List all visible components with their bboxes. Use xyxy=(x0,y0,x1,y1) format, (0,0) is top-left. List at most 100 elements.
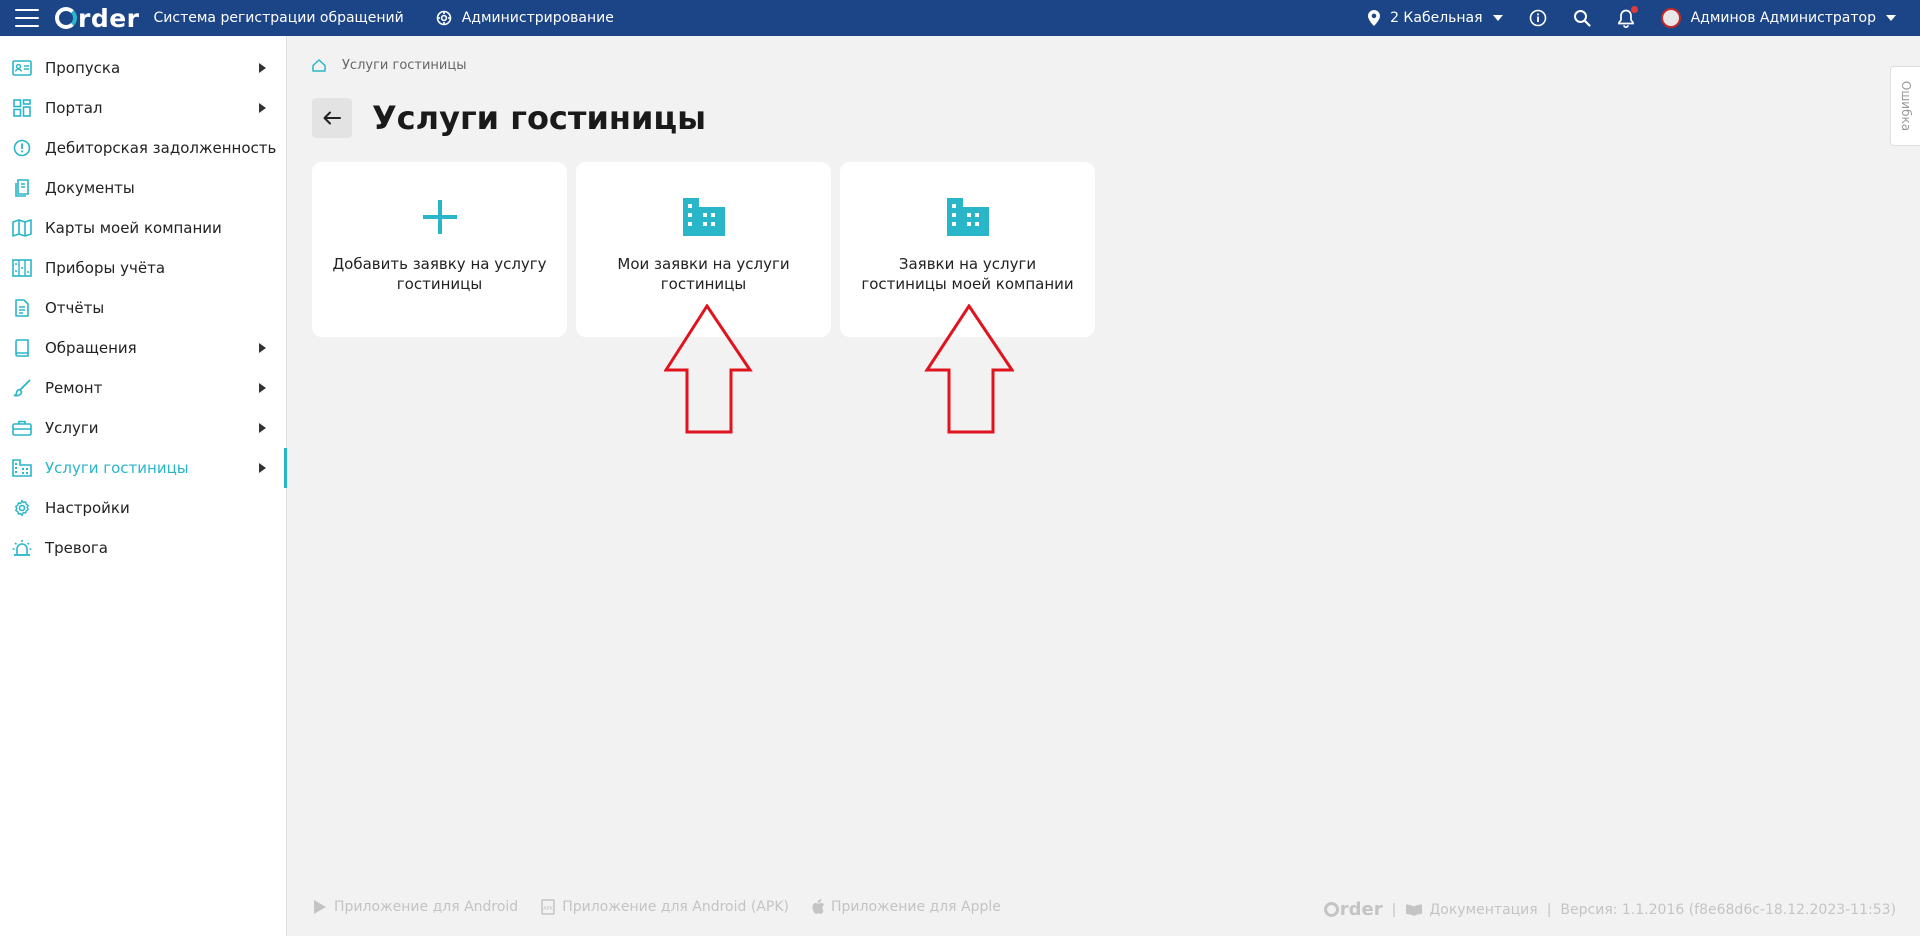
documentation-link[interactable]: Документация xyxy=(1405,902,1538,918)
sidebar-item-settings[interactable]: Настройки xyxy=(0,488,286,528)
card-label: Заявки на услуги гостиницы моей компании xyxy=(861,255,1074,293)
sidebar-item-meters[interactable]: Приборы учёта xyxy=(0,248,286,288)
submenu-arrow-icon xyxy=(259,423,266,433)
sidebar-item-label: Отчёты xyxy=(45,299,105,317)
sidebar-item-reports[interactable]: Отчёты xyxy=(0,288,286,328)
sidebar-item-label: Тревога xyxy=(45,539,109,557)
add-hotel-request-card[interactable]: Добавить заявку на услугу гостиницы xyxy=(312,162,567,337)
sidebar-item-alarm[interactable]: Тревога xyxy=(0,528,286,568)
breadcrumb-current: Услуги гостиницы xyxy=(342,58,467,73)
sidebar-item-repair[interactable]: Ремонт xyxy=(0,368,286,408)
error-tab-label: Ошибка xyxy=(1898,80,1913,132)
user-name: Админов Администратор xyxy=(1690,10,1876,26)
sidebar-item-documents[interactable]: Документы xyxy=(0,168,286,208)
notifications-bell-icon[interactable] xyxy=(1617,5,1638,28)
info-icon[interactable] xyxy=(1529,9,1547,27)
hotel-icon xyxy=(12,458,32,478)
app-download-links: Приложение для Android APK Приложение дл… xyxy=(312,899,1023,915)
logo-text: rder xyxy=(78,3,140,33)
report-icon xyxy=(12,298,32,318)
apk-icon: APK xyxy=(541,899,555,915)
alert-circle-icon xyxy=(12,138,32,158)
submenu-arrow-icon xyxy=(259,343,266,353)
avatar xyxy=(1660,8,1681,28)
footer-info: rder | Документация | Версия: 1.1.2016 (… xyxy=(1323,899,1896,920)
sidebar-item-label: Карты моей компании xyxy=(45,219,222,237)
sidebar-item-services[interactable]: Услуги xyxy=(0,408,286,448)
sidebar-item-passes[interactable]: Пропуска xyxy=(0,48,286,88)
footer-logo-text: rder xyxy=(1339,899,1383,920)
sidebar-item-label: Пропуска xyxy=(45,59,121,77)
apple-app-link[interactable]: Приложение для Apple xyxy=(811,899,1001,915)
sidebar-item-label: Приборы учёта xyxy=(45,259,166,277)
briefcase-icon xyxy=(12,418,32,438)
company-hotel-requests-card[interactable]: Заявки на услуги гостиницы моей компании xyxy=(840,162,1095,337)
app-logo[interactable]: rder xyxy=(55,4,140,33)
plus-icon xyxy=(420,196,460,238)
sidebar-item-portal[interactable]: Портал xyxy=(0,88,286,128)
chevron-down-icon xyxy=(1886,15,1896,21)
building-icon xyxy=(681,196,727,238)
arrow-left-icon xyxy=(323,111,341,125)
sidebar-item-label: Услуги xyxy=(45,419,99,437)
siren-icon xyxy=(12,538,32,558)
sidebar-item-hotel-services[interactable]: Услуги гостиницы xyxy=(0,448,287,488)
android-app-label: Приложение для Android xyxy=(334,899,519,915)
administration-link[interactable]: Администрирование xyxy=(436,10,614,26)
administration-label: Администрирование xyxy=(461,10,614,26)
user-menu[interactable]: Админов Администратор xyxy=(1660,8,1896,28)
documents-icon xyxy=(12,178,32,198)
submenu-arrow-icon xyxy=(259,63,266,73)
brush-icon xyxy=(12,378,32,398)
dashboard-icon xyxy=(12,98,32,118)
footer-separator: | xyxy=(1546,901,1552,918)
home-icon[interactable] xyxy=(312,59,326,72)
menu-toggle-icon[interactable] xyxy=(15,9,39,27)
sidebar-item-label: Документы xyxy=(45,179,135,197)
my-hotel-requests-card[interactable]: Мои заявки на услуги гостиницы xyxy=(576,162,831,337)
sidebar-item-company-maps[interactable]: Карты моей компании xyxy=(0,208,286,248)
footer-logo: rder xyxy=(1323,899,1383,920)
admin-gear-icon xyxy=(436,10,452,26)
footer-separator: | xyxy=(1391,901,1397,918)
sidebar-item-label: Портал xyxy=(45,99,103,117)
search-icon[interactable] xyxy=(1573,9,1591,27)
top-bar: rder Система регистрации обращений Админ… xyxy=(0,0,1920,36)
version-label: Версия: 1.1.2016 (f8e68d6c-18.12.2023-11… xyxy=(1560,901,1896,918)
location-selector[interactable]: 2 Кабельная xyxy=(1368,10,1503,26)
building-icon xyxy=(945,196,991,238)
sidebar-item-label: Услуги гостиницы xyxy=(45,459,189,477)
android-apk-label: Приложение для Android (APK) xyxy=(562,899,789,915)
book-icon xyxy=(12,338,32,358)
footer-logo-ring-icon xyxy=(1323,902,1339,917)
open-book-icon xyxy=(1406,904,1423,916)
location-label: 2 Кабельная xyxy=(1390,10,1483,26)
system-title: Система регистрации обращений xyxy=(153,10,404,26)
sidebar: Пропуска Портал Дебиторская задолженность Д… xyxy=(0,36,287,936)
google-play-icon xyxy=(314,900,326,914)
map-icon xyxy=(12,218,32,238)
sidebar-item-label: Настройки xyxy=(45,499,130,517)
sidebar-item-receivables[interactable]: Дебиторская задолженность xyxy=(0,128,286,168)
sidebar-item-label: Обращения xyxy=(45,339,137,357)
gear-icon xyxy=(12,498,32,518)
chevron-down-icon xyxy=(1492,15,1503,21)
page-title: Услуги гостиницы xyxy=(372,99,707,137)
sidebar-item-label: Дебиторская задолженность xyxy=(45,139,277,157)
sidebar-item-label: Ремонт xyxy=(45,379,103,397)
submenu-arrow-icon xyxy=(259,383,266,393)
meter-icon xyxy=(12,258,32,278)
logo-ring-icon xyxy=(55,7,77,29)
sidebar-item-requests[interactable]: Обращения xyxy=(0,328,286,368)
android-app-link[interactable]: Приложение для Android xyxy=(312,899,518,915)
error-report-tab[interactable]: Ошибка xyxy=(1890,66,1920,146)
apple-app-label: Приложение для Apple xyxy=(830,899,1001,915)
card-label: Добавить заявку на услугу гостиницы xyxy=(332,255,547,293)
notification-badge xyxy=(1630,5,1638,13)
apple-icon xyxy=(812,899,825,914)
breadcrumb: Услуги гостиницы xyxy=(312,58,467,73)
back-button[interactable] xyxy=(312,98,352,138)
card-label: Мои заявки на услуги гостиницы xyxy=(617,255,790,293)
submenu-arrow-icon xyxy=(259,463,266,473)
android-apk-link[interactable]: APK Приложение для Android (APK) xyxy=(540,899,789,915)
